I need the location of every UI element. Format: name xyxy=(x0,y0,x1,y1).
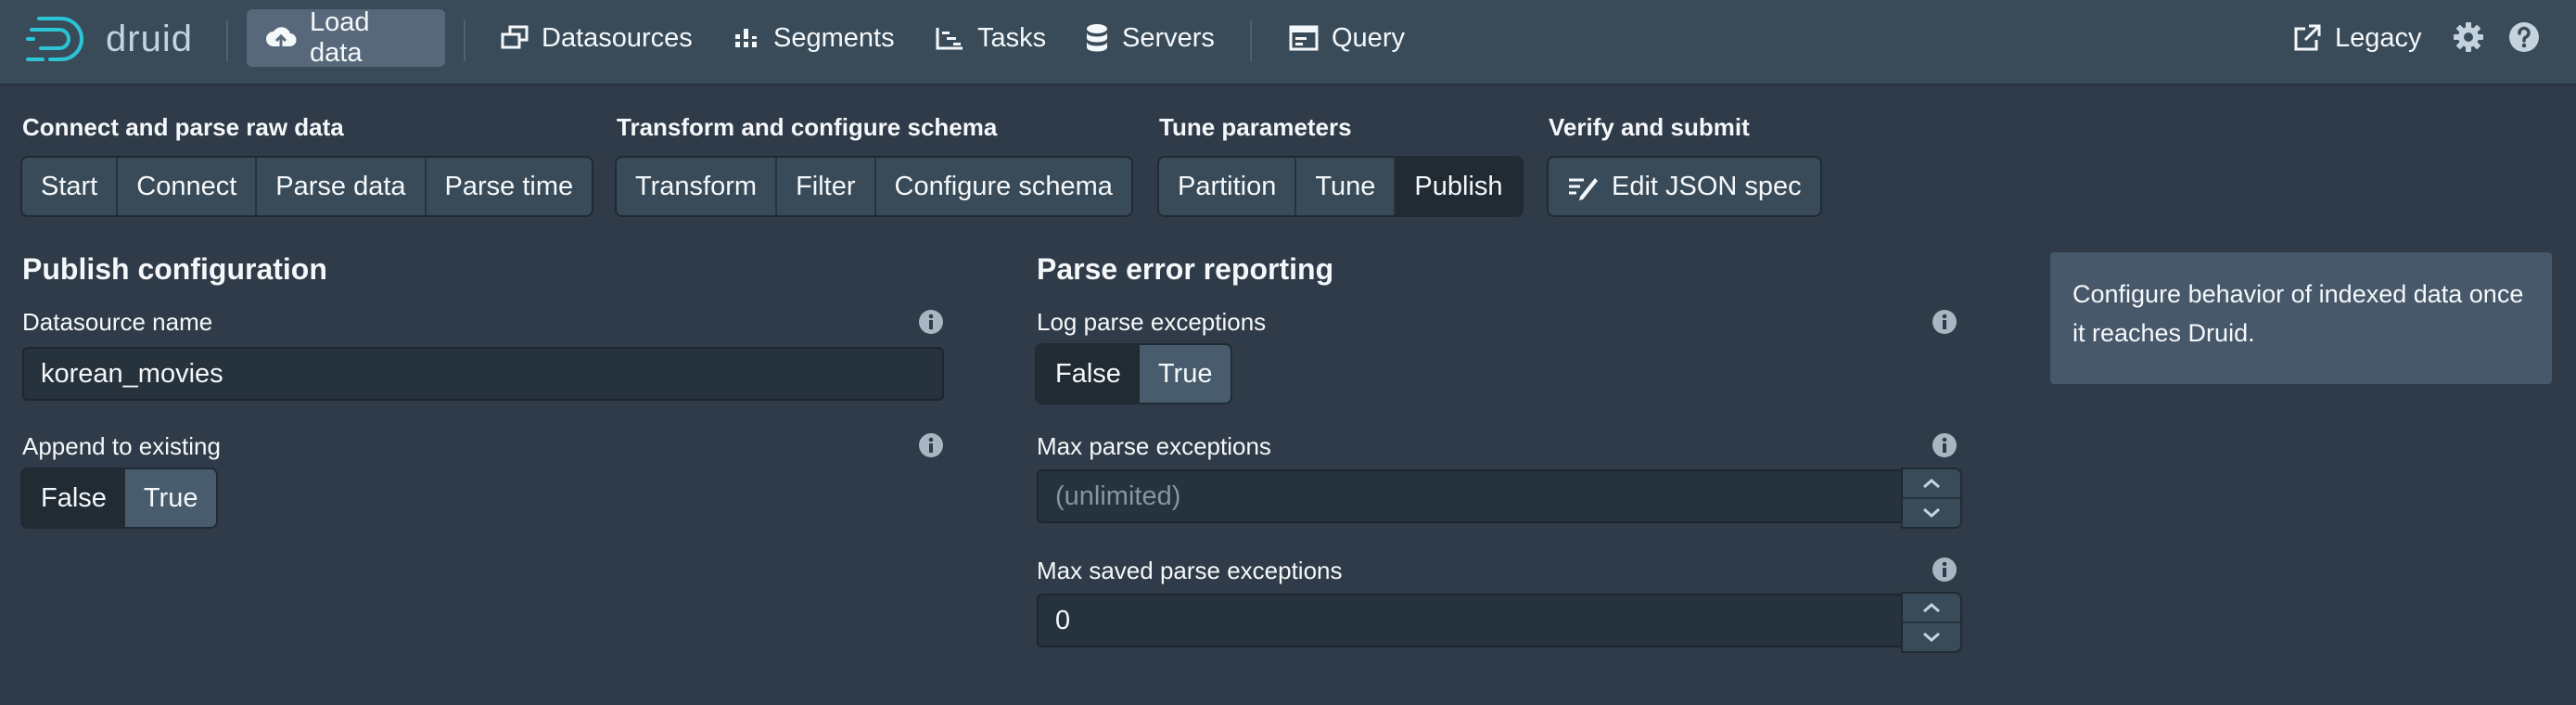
transform-step-group: Transform Filter Configure schema xyxy=(617,158,1131,215)
share-icon xyxy=(2292,23,2322,53)
nav-divider xyxy=(1250,20,1252,61)
help-text: Configure behavior of indexed data once … xyxy=(2072,280,2524,347)
datasource-name-label: Datasource name xyxy=(22,308,213,336)
chevron-down-icon xyxy=(1923,632,1940,642)
stacked-windows-icon xyxy=(501,25,529,51)
log-parse-exceptions-label: Log parse exceptions xyxy=(1037,308,1267,336)
step-tune[interactable]: Tune xyxy=(1296,158,1396,215)
nav-tasks[interactable]: Tasks xyxy=(916,9,1065,67)
nav-load-data-label: Load data xyxy=(310,7,370,68)
max-parse-exceptions-label: Max parse exceptions xyxy=(1037,432,1271,460)
tune-group-title: Tune parameters xyxy=(1159,113,1352,141)
nav-tasks-label: Tasks xyxy=(977,22,1047,53)
top-navbar: druid Load data Datasources Segments Tas… xyxy=(0,0,2576,85)
step-start[interactable]: Start xyxy=(22,158,119,215)
nav-divider xyxy=(226,20,228,61)
step-filter[interactable]: Filter xyxy=(777,158,876,215)
append-to-existing-toggle: False True xyxy=(22,469,217,527)
connect-step-group: Start Connect Parse data Parse time xyxy=(22,158,593,215)
gantt-chart-icon xyxy=(935,25,964,51)
edit-json-spec-button[interactable]: Edit JSON spec xyxy=(1549,158,1820,215)
increment-button[interactable] xyxy=(1903,594,1960,623)
info-icon[interactable] xyxy=(1932,309,1958,340)
stacked-chart-icon xyxy=(733,25,760,51)
chevron-up-icon xyxy=(1923,479,1940,489)
connect-group-title: Connect and parse raw data xyxy=(22,113,344,141)
max-saved-parse-exceptions-input[interactable]: 0 xyxy=(1037,594,1903,647)
step-partition[interactable]: Partition xyxy=(1159,158,1297,215)
append-false-option[interactable]: False xyxy=(22,469,125,527)
publish-config-title: Publish configuration xyxy=(22,252,327,286)
transform-group-title: Transform and configure schema xyxy=(617,113,998,141)
help-callout: Configure behavior of indexed data once … xyxy=(2050,252,2552,384)
info-icon[interactable] xyxy=(918,309,944,340)
log-false-option[interactable]: False xyxy=(1037,345,1140,403)
info-icon[interactable] xyxy=(1932,432,1958,463)
decrement-button[interactable] xyxy=(1903,499,1960,527)
decrement-button[interactable] xyxy=(1903,623,1960,651)
append-to-existing-label: Append to existing xyxy=(22,432,221,460)
nav-divider xyxy=(464,20,465,61)
step-transform[interactable]: Transform xyxy=(617,158,778,215)
database-icon xyxy=(1085,23,1109,53)
chevron-up-icon xyxy=(1923,603,1940,613)
nav-load-data[interactable]: Load data xyxy=(247,7,445,68)
cloud-upload-icon xyxy=(265,24,297,52)
druid-logo-icon xyxy=(26,17,83,61)
nav-servers[interactable]: Servers xyxy=(1066,9,1233,67)
chevron-down-icon xyxy=(1923,507,1940,518)
step-parse-time[interactable]: Parse time xyxy=(426,158,593,215)
log-true-option[interactable]: True xyxy=(1139,345,1231,403)
settings-button[interactable] xyxy=(2452,20,2485,54)
step-connect[interactable]: Connect xyxy=(118,158,258,215)
log-parse-exceptions-toggle: False True xyxy=(1037,345,1231,403)
nav-segments-label: Segments xyxy=(773,22,895,53)
nav-legacy[interactable]: Legacy xyxy=(2274,9,2441,67)
append-true-option[interactable]: True xyxy=(124,469,217,527)
step-parse-data[interactable]: Parse data xyxy=(257,158,427,215)
max-saved-parse-exceptions-label: Max saved parse exceptions xyxy=(1037,557,1343,584)
increment-button[interactable] xyxy=(1903,469,1960,499)
step-publish[interactable]: Publish xyxy=(1396,158,1522,215)
nav-query-label: Query xyxy=(1332,22,1405,53)
manually-edit-icon xyxy=(1567,173,1599,200)
nav-query[interactable]: Query xyxy=(1270,9,1423,67)
help-circle-icon xyxy=(2509,22,2539,52)
datasource-name-input[interactable]: korean_movies xyxy=(22,347,944,401)
help-button[interactable] xyxy=(2507,20,2541,54)
nav-legacy-label: Legacy xyxy=(2335,22,2422,53)
nav-servers-label: Servers xyxy=(1122,22,1215,53)
druid-logo[interactable]: druid xyxy=(26,13,193,65)
nav-segments[interactable]: Segments xyxy=(714,9,913,67)
app-name: druid xyxy=(106,18,193,59)
tune-step-group: Partition Tune Publish xyxy=(1159,158,1522,215)
max-saved-parse-exceptions-stepper xyxy=(1903,594,1960,651)
nav-datasources[interactable]: Datasources xyxy=(482,9,711,67)
max-parse-exceptions-input[interactable]: (unlimited) xyxy=(1037,469,1903,523)
nav-datasources-label: Datasources xyxy=(542,22,693,53)
edit-json-spec-label: Edit JSON spec xyxy=(1612,171,1802,201)
gear-icon xyxy=(2454,22,2483,52)
verify-group-title: Verify and submit xyxy=(1549,113,1750,141)
step-configure-schema[interactable]: Configure schema xyxy=(875,158,1131,215)
info-icon[interactable] xyxy=(918,432,944,463)
info-icon[interactable] xyxy=(1932,557,1958,587)
parse-error-title: Parse error reporting xyxy=(1037,252,1334,286)
max-parse-exceptions-stepper xyxy=(1903,469,1960,527)
application-icon xyxy=(1289,25,1319,51)
